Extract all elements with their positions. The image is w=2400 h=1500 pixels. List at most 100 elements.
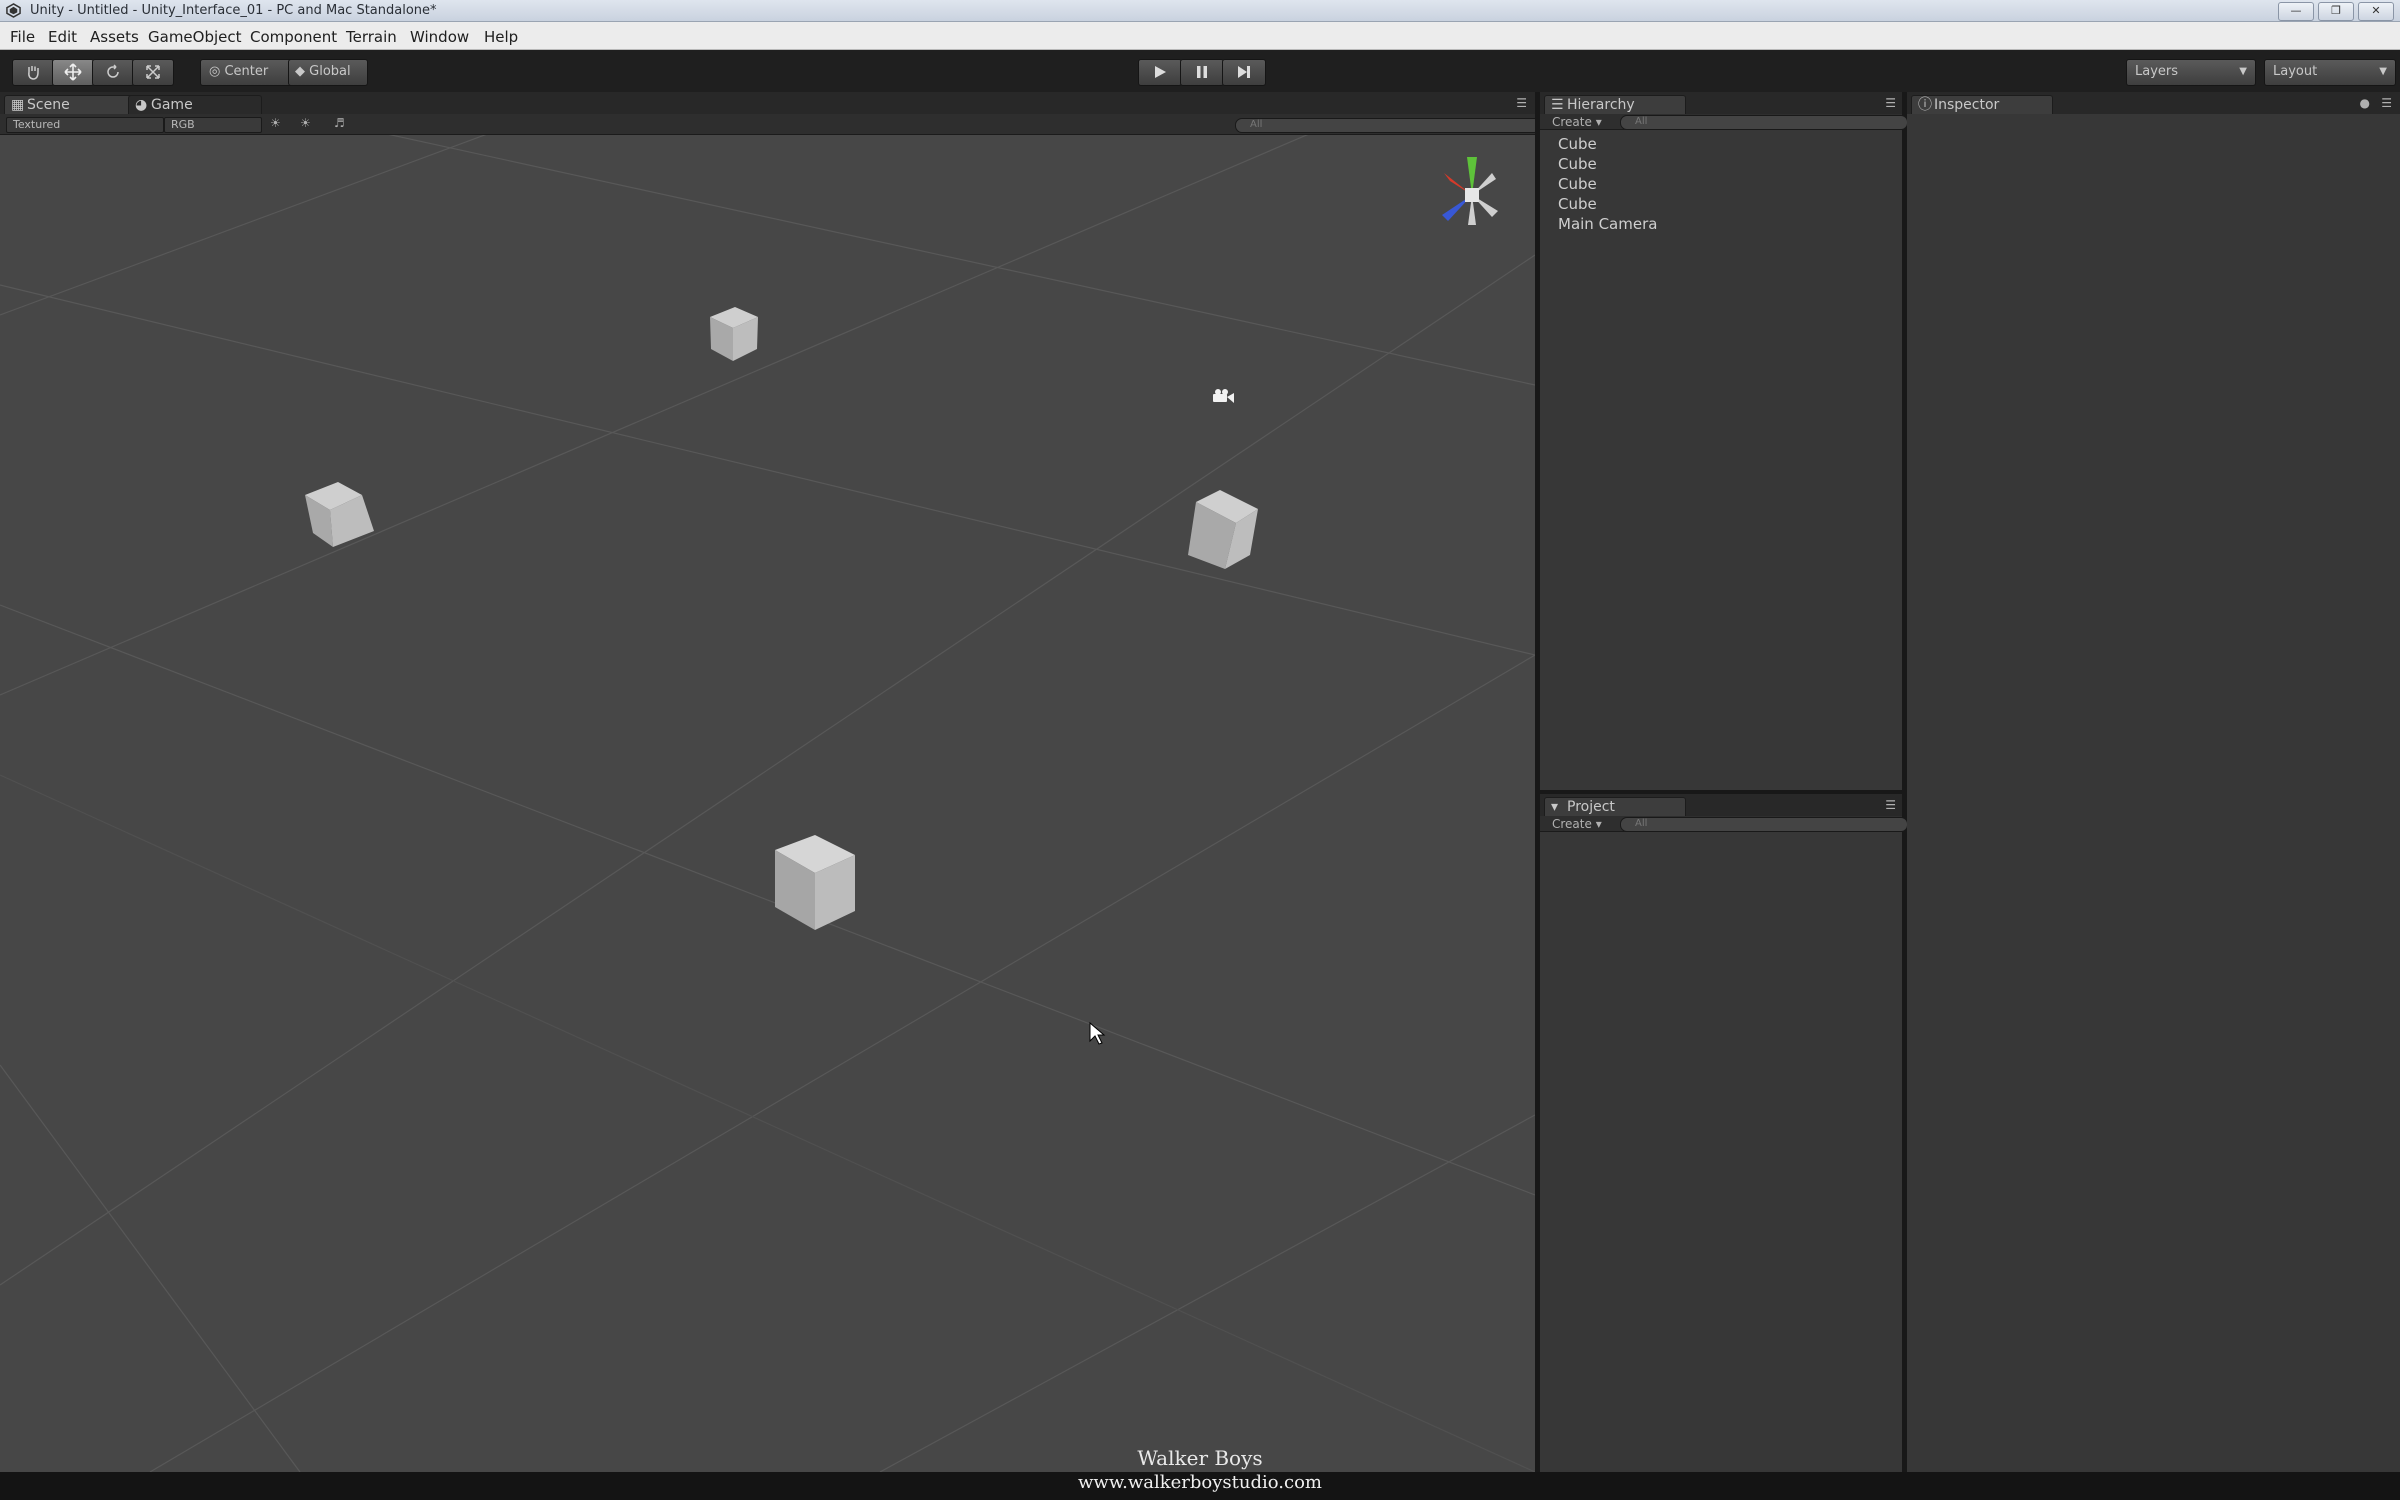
step-button[interactable]: [1222, 59, 1266, 86]
hierarchy-search-input[interactable]: All: [1620, 115, 1908, 130]
cube-object[interactable]: [305, 482, 374, 547]
color-mode-dropdown[interactable]: RGB: [164, 117, 262, 133]
panel-menu-icon[interactable]: ☰: [1885, 798, 1896, 812]
layers-dropdown[interactable]: Layers ▼: [2126, 59, 2256, 86]
project-create-button[interactable]: Create ▾: [1552, 817, 1602, 831]
hierarchy-tab-strip: ☰ Hierarchy ☰: [1540, 92, 1902, 115]
pause-icon: [1197, 65, 1207, 78]
hierarchy-list: Cube Cube Cube Cube Main Camera: [1540, 130, 1902, 790]
render-mode-dropdown[interactable]: Textured: [6, 117, 164, 133]
space-label: Global: [309, 64, 351, 79]
globe-icon: ◆: [295, 64, 305, 79]
scene-grid: [0, 135, 1535, 1472]
menu-gameobject[interactable]: GameObject: [148, 28, 242, 46]
step-icon: [1238, 65, 1250, 78]
cube-object[interactable]: [775, 835, 855, 930]
space-toggle-button[interactable]: ◆ Global: [288, 59, 368, 86]
render-mode-value: Textured: [13, 118, 61, 131]
tab-scene-label: Scene: [27, 97, 70, 113]
project-search-input[interactable]: All: [1620, 817, 1908, 832]
rotate-icon: [107, 63, 119, 78]
restore-button[interactable]: ❐: [2318, 2, 2354, 21]
pause-button[interactable]: [1180, 59, 1224, 86]
game-pacman-icon: ◕: [135, 97, 148, 113]
scene-orientation-gizmo[interactable]: [1442, 157, 1498, 225]
cube-object[interactable]: [710, 307, 758, 361]
menu-file[interactable]: File: [10, 28, 35, 46]
chevron-down-icon: ▼: [2379, 66, 2387, 77]
camera-gizmo-icon[interactable]: [1213, 389, 1234, 403]
window-title: Unity - Untitled - Unity_Interface_01 - …: [30, 3, 437, 18]
hierarchy-control-bar: Create ▾ All: [1540, 114, 1908, 130]
menu-edit[interactable]: Edit: [48, 28, 77, 46]
inspector-content: [1907, 114, 2400, 1472]
color-mode-value: RGB: [171, 118, 195, 131]
scene-search-placeholder: All: [1250, 119, 1263, 130]
hierarchy-item-cube[interactable]: Cube: [1558, 135, 1597, 153]
ground-grid-lines: [0, 135, 1535, 1472]
tab-game-label: Game: [151, 97, 193, 113]
hierarchy-item-main-camera[interactable]: Main Camera: [1558, 215, 1657, 233]
tab-project[interactable]: ▾ Project: [1544, 797, 1686, 817]
layers-label: Layers: [2135, 64, 2179, 79]
window-title-bar: Unity - Untitled - Unity_Interface_01 - …: [0, 0, 2400, 22]
panel-menu-icon[interactable]: ☰: [2381, 96, 2392, 110]
menu-terrain[interactable]: Terrain: [346, 28, 397, 46]
unity-logo-icon: [6, 3, 21, 18]
tab-inspector[interactable]: ⓘ Inspector: [1911, 95, 2053, 115]
tab-inspector-label: Inspector: [1934, 97, 2000, 113]
pivot-toggle-button[interactable]: ◎ Center: [200, 59, 298, 86]
tab-hierarchy[interactable]: ☰ Hierarchy: [1544, 95, 1686, 115]
scene-control-bar: Textured RGB ☀ ☀ ♬ All: [0, 114, 1541, 135]
lighting-toggle-icon[interactable]: ☀: [270, 116, 281, 130]
move-tool-button[interactable]: [52, 59, 94, 86]
scene-grid-icon: ▦: [11, 97, 25, 113]
lock-icon[interactable]: ●: [2360, 96, 2370, 110]
menu-window[interactable]: Window: [410, 28, 469, 46]
minimize-button[interactable]: —: [2278, 2, 2314, 21]
info-icon: ⓘ: [1918, 97, 1932, 113]
tab-game[interactable]: ◕ Game: [128, 95, 262, 115]
hierarchy-item-cube[interactable]: Cube: [1558, 175, 1597, 193]
hierarchy-item-cube[interactable]: Cube: [1558, 155, 1597, 173]
tab-scene[interactable]: ▦ Scene: [4, 95, 146, 115]
play-icon: [1155, 65, 1166, 78]
close-button[interactable]: ✕: [2358, 2, 2394, 21]
watermark-title: Walker Boys: [1137, 1446, 1263, 1470]
panel-menu-icon[interactable]: ☰: [1885, 96, 1896, 110]
scene-tab-strip: ▦ Scene ◕ Game ☰: [0, 92, 1535, 115]
play-button[interactable]: [1138, 59, 1182, 86]
tab-project-label: Project: [1567, 799, 1615, 815]
project-control-bar: Create ▾ All: [1540, 816, 1908, 832]
audio-toggle-icon[interactable]: ♬: [334, 116, 345, 130]
project-tab-strip: ▾ Project ☰: [1540, 794, 1902, 817]
tab-hierarchy-label: Hierarchy: [1567, 97, 1635, 113]
project-search-placeholder: All: [1635, 818, 1648, 829]
hand-tool-button[interactable]: [12, 59, 54, 86]
menu-component[interactable]: Component: [250, 28, 337, 46]
fx-toggle-icon[interactable]: ☀: [300, 116, 311, 130]
hierarchy-search-placeholder: All: [1635, 116, 1648, 127]
panel-menu-icon[interactable]: ☰: [1516, 96, 1527, 110]
project-create-label: Create: [1552, 817, 1592, 831]
scene-viewport[interactable]: [0, 135, 1535, 1472]
scale-icon: [146, 64, 160, 79]
project-folder-icon: ▾: [1551, 799, 1559, 815]
hierarchy-item-cube[interactable]: Cube: [1558, 195, 1597, 213]
hierarchy-list-icon: ☰: [1551, 97, 1564, 113]
pivot-icon: ◎: [209, 64, 221, 79]
watermark-url: www.walkerboystudio.com: [1078, 1472, 1322, 1493]
layout-dropdown[interactable]: Layout ▼: [2264, 59, 2396, 86]
menu-assets[interactable]: Assets: [90, 28, 139, 46]
rotate-tool-button[interactable]: [92, 59, 134, 86]
project-list: [1540, 832, 1902, 1472]
menu-help[interactable]: Help: [484, 28, 518, 46]
inspector-tab-strip: ⓘ Inspector ● ☰: [1907, 92, 2400, 115]
layout-label: Layout: [2273, 64, 2318, 79]
move-arrows-icon: [64, 62, 82, 81]
scene-search-input[interactable]: All: [1235, 118, 1541, 133]
chevron-down-icon: ▼: [2239, 66, 2247, 77]
cube-object[interactable]: [1188, 490, 1258, 569]
scale-tool-button[interactable]: [132, 59, 174, 86]
hierarchy-create-button[interactable]: Create ▾: [1552, 115, 1602, 129]
